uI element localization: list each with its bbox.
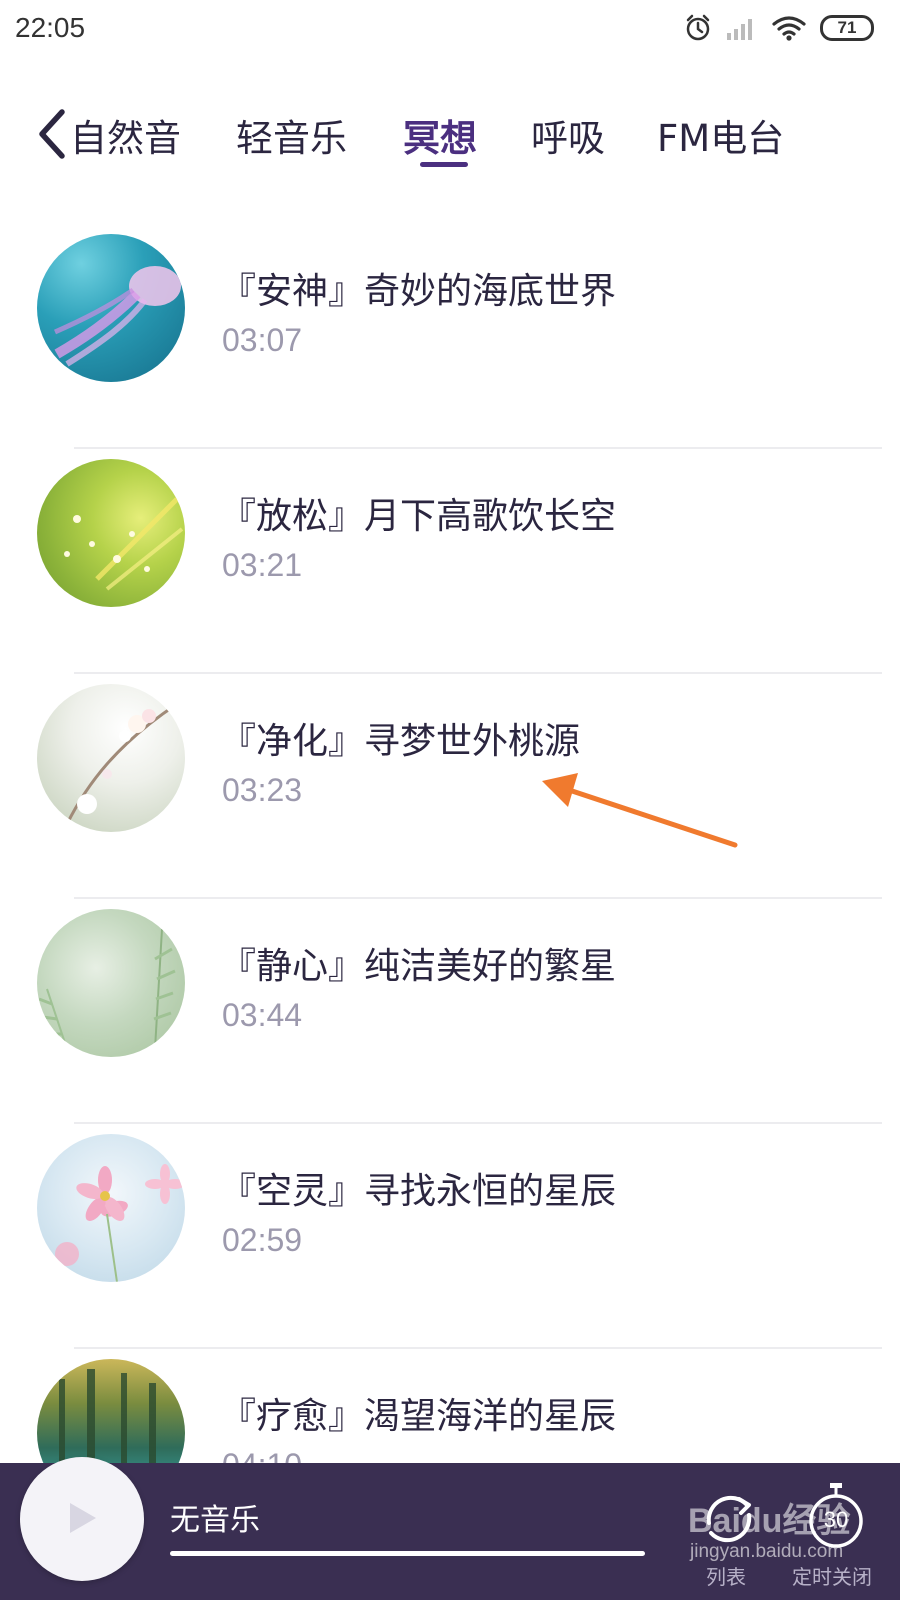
status-icons: 71 xyxy=(684,14,874,42)
tab-fm-radio[interactable]: FM电台 xyxy=(657,108,784,162)
now-playing-title: 无音乐 xyxy=(170,1503,260,1538)
status-bar: 22:05 71 xyxy=(0,0,900,62)
active-tab-indicator xyxy=(420,162,468,167)
progress-bar[interactable] xyxy=(170,1551,645,1556)
back-arrow-icon[interactable] xyxy=(34,104,68,164)
track-duration: 02:59 xyxy=(222,1222,303,1258)
list-item[interactable]: 『静心』纯洁美好的繁星 03:44 xyxy=(0,899,900,1124)
play-icon xyxy=(70,1503,96,1533)
list-item[interactable]: 『安神』奇妙的海底世界 03:07 xyxy=(0,224,900,449)
track-duration: 03:44 xyxy=(222,997,303,1033)
blossom-image xyxy=(37,684,185,832)
track-duration: 03:23 xyxy=(222,772,303,808)
play-button[interactable] xyxy=(20,1457,144,1581)
track-title: 『疗愈』渴望海洋的星辰 xyxy=(220,1396,617,1437)
track-title: 『空灵』寻找永恒的星辰 xyxy=(220,1171,617,1212)
category-tab-bar: 自然音 轻音乐 冥想 呼吸 FM电台 xyxy=(0,92,900,182)
track-title: 『安神』奇妙的海底世界 xyxy=(220,271,617,312)
green-leaves-image xyxy=(37,909,185,1057)
tab-breathing[interactable]: 呼吸 xyxy=(531,108,605,162)
timer-label: 定时关闭 xyxy=(792,1565,872,1589)
tab-light-music[interactable]: 轻音乐 xyxy=(236,108,347,162)
alarm-icon xyxy=(686,14,710,41)
cellular-signal-icon xyxy=(727,19,752,40)
green-plant-image xyxy=(37,459,185,607)
list-item[interactable]: 『空灵』寻找永恒的星辰 02:59 xyxy=(0,1124,900,1349)
wifi-icon xyxy=(772,16,806,41)
loop-label: 列表 xyxy=(706,1565,746,1589)
cosmos-flower-image xyxy=(37,1134,185,1282)
status-time: 22:05 xyxy=(15,12,86,43)
list-item[interactable]: 『净化』寻梦世外桃源 03:23 xyxy=(0,674,900,899)
player-bar: 无音乐 列表 30 定时关闭 Baidu经验 jingyan.baidu.com xyxy=(0,1457,900,1600)
annotation-arrow xyxy=(542,773,738,848)
battery-level: 71 xyxy=(837,18,857,37)
track-title: 『静心』纯洁美好的繁星 xyxy=(220,946,617,987)
tab-meditation[interactable]: 冥想 xyxy=(403,108,477,162)
track-duration: 03:21 xyxy=(222,547,303,583)
tab-nature-sounds[interactable]: 自然音 xyxy=(70,108,181,162)
watermark-url: jingyan.baidu.com xyxy=(690,1541,844,1562)
watermark-logo: Baidu经验 xyxy=(688,1502,851,1540)
battery-icon: 71 xyxy=(820,15,874,41)
track-title: 『放松』月下高歌饮长空 xyxy=(220,496,617,537)
track-duration: 03:07 xyxy=(222,322,303,358)
jellyfish-image xyxy=(37,234,185,382)
list-item[interactable]: 『放松』月下高歌饮长空 03:21 xyxy=(0,449,900,674)
track-title: 『净化』寻梦世外桃源 xyxy=(220,721,581,762)
